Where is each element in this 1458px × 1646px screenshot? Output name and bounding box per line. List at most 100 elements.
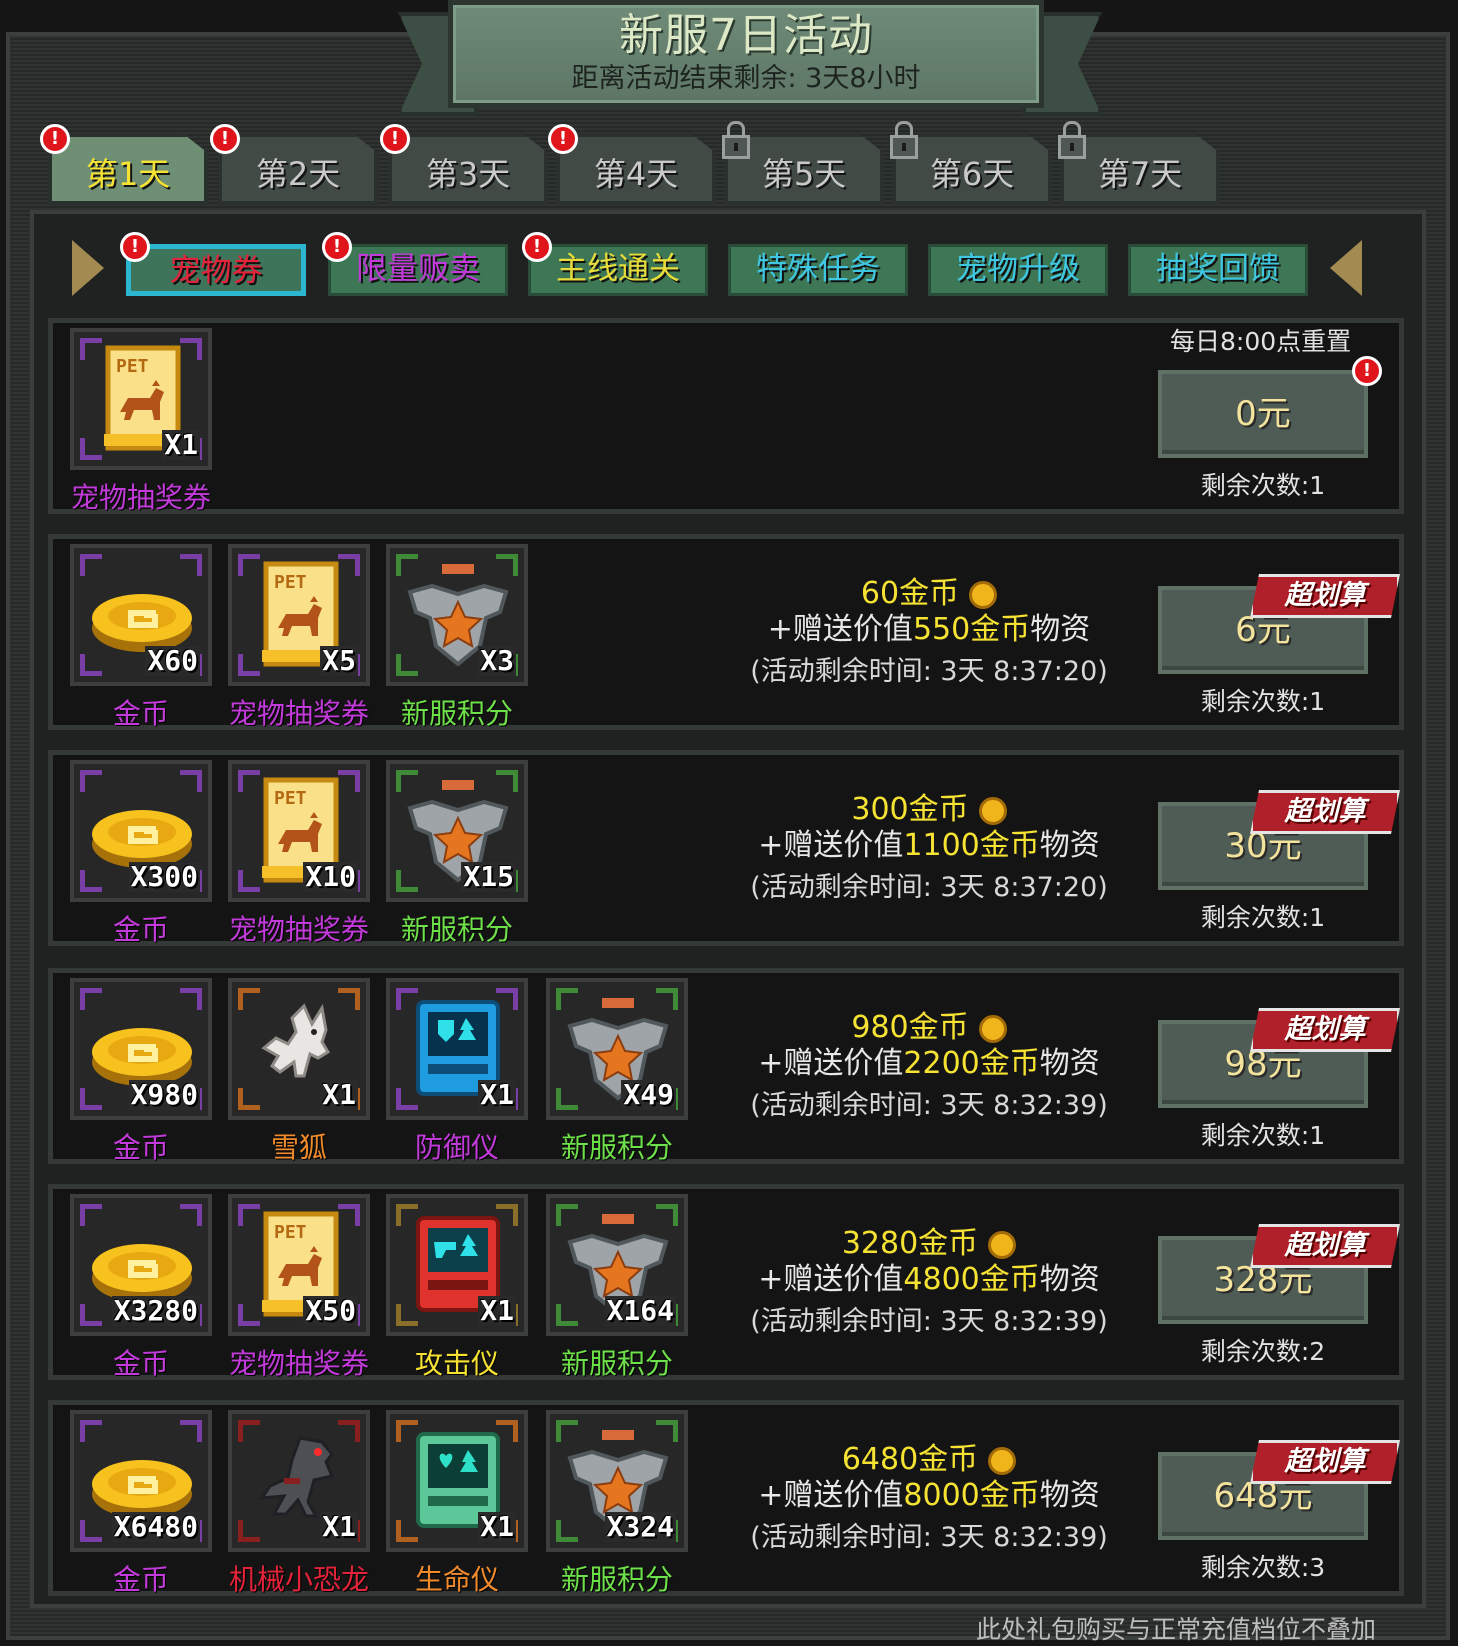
category-tab-1[interactable]: 宠物券 [126,244,306,296]
alert-badge-icon: ! [380,124,410,154]
reward-item-box: PET X5 [228,544,370,686]
reward-name: 新服积分 [400,697,513,730]
reward-item-box: X1 [386,1194,528,1336]
remaining-count: 剩余次数:1 [1200,903,1326,932]
reward-count: X1 [478,1510,516,1543]
reward-item[interactable]: X1 雪狐 [228,978,370,1166]
bonus-prefix: +赠送价值 [767,612,913,647]
tab-day-1[interactable]: 第1天 [48,133,208,205]
buy-button[interactable]: 0元 [1158,370,1368,458]
reward-item[interactable]: X1 防御仪 [386,978,528,1166]
category-tab-label: 特殊任务 [756,251,880,287]
reward-item[interactable]: X324 新服积分 [546,1410,688,1598]
reward-item-box: X980 [70,978,212,1120]
reward-count: X1 [478,1294,516,1327]
reward-item-box: X49 [546,978,688,1120]
tab-day-3[interactable]: 第3天 [388,133,548,205]
remaining-count: 剩余次数:2 [1200,1337,1326,1366]
category-tab-label: 主线通关 [556,251,680,287]
coin-amount-text: 6480金币 [841,1442,979,1477]
reward-name: 宠物抽奖券 [228,913,369,946]
reward-item[interactable]: X164 新服积分 [546,1194,688,1382]
svg-text:PET: PET [274,1222,307,1243]
reward-item-box: X1 [228,1410,370,1552]
arrow-right-icon[interactable] [1330,240,1362,296]
reward-item[interactable]: X300 金币 [70,760,212,948]
category-tab-5[interactable]: 宠物升级 [928,244,1108,296]
pack-description: 3280金币 +赠送价值4800金币物资 (活动剩余时间: 3天 8:32:39) [714,1226,1144,1346]
bonus-suffix: 物资 [1039,828,1100,863]
gold-coin-icon [988,1446,1017,1475]
alert-badge-icon: ! [210,124,240,154]
coin-amount-text: 60金币 [860,576,960,611]
reward-name: 金币 [112,1563,169,1596]
gold-coin-icon [969,580,998,609]
svg-text:PET: PET [116,356,149,377]
pack-description: 6480金币 +赠送价值8000金币物资 (活动剩余时间: 3天 8:32:39) [714,1442,1144,1562]
countdown-text: 距离活动结束剩余: 3天8小时 [571,63,921,94]
reward-item[interactable]: X60 金币 [70,544,212,732]
reward-name: 新服积分 [560,1347,673,1380]
reward-name: 新服积分 [400,913,513,946]
deal-ribbon: 超划算 [1250,1008,1400,1052]
reward-item[interactable]: X1 机械小恐龙 [228,1410,370,1598]
lock-icon [722,121,750,159]
coin-amount-text: 980金币 [851,1010,969,1045]
bonus-text: +赠送价值550金币物资 [714,612,1144,648]
alert-badge-icon: ! [548,124,578,154]
reward-count: X164 [604,1294,676,1327]
bonus-suffix: 物资 [1039,1046,1100,1081]
bonus-text: +赠送价值8000金币物资 [714,1478,1144,1514]
reward-item[interactable]: X1 攻击仪 [386,1194,528,1382]
bonus-prefix: +赠送价值 [758,1046,904,1081]
category-tab-2[interactable]: 限量贩卖 [328,244,508,296]
alert-badge-icon: ! [1352,356,1382,386]
coin-amount: 3280金币 [714,1226,1144,1262]
title-banner: 新服7日活动 距离活动结束剩余: 3天8小时 [448,0,1044,108]
remaining-count: 剩余次数:1 [1200,687,1326,716]
reward-count: X15 [461,860,516,893]
coin-amount: 6480金币 [714,1442,1144,1478]
deal-ribbon-label: 超划算 [1284,580,1366,611]
arrow-left-icon[interactable] [72,240,104,296]
reward-item-box: X6480 [70,1410,212,1552]
reward-item[interactable]: X3280 金币 [70,1194,212,1382]
category-tab-4[interactable]: 特殊任务 [728,244,908,296]
reward-item[interactable]: PET X1 宠物抽奖券 [70,328,212,516]
reward-item[interactable]: PET X5 宠物抽奖券 [228,544,370,732]
reward-item[interactable]: PET X10 宠物抽奖券 [228,760,370,948]
reward-item[interactable]: X6480 金币 [70,1410,212,1598]
bonus-suffix: 物资 [1039,1478,1100,1513]
reward-name: 生命仪 [414,1563,499,1596]
reward-item[interactable]: X1 生命仪 [386,1410,528,1598]
reward-item[interactable]: PET X50 宠物抽奖券 [228,1194,370,1382]
page-title: 新服7日活动 [619,10,873,61]
gold-coin-icon [978,1014,1007,1043]
tab-day-4[interactable]: 第4天 [556,133,716,205]
reward-item[interactable]: X980 金币 [70,978,212,1166]
pack-timer: (活动剩余时间: 3天 8:32:39) [750,1306,1108,1337]
coin-amount: 980金币 [714,1010,1144,1046]
coin-amount: 300金币 [714,792,1144,828]
reward-item-box: X1 [386,978,528,1120]
category-tab-3[interactable]: 主线通关 [528,244,708,296]
alert-badge-icon: ! [522,232,552,262]
bonus-value: 4800金币 [903,1262,1040,1297]
bonus-text: +赠送价值2200金币物资 [714,1046,1144,1082]
reward-count: X1 [478,1078,516,1111]
reward-name: 机械小恐龙 [228,1563,369,1596]
category-tab-6[interactable]: 抽奖回馈 [1128,244,1308,296]
reward-item[interactable]: X15 新服积分 [386,760,528,948]
svg-text:PET: PET [274,572,307,593]
reward-item[interactable]: X49 新服积分 [546,978,688,1166]
reward-count: X6480 [111,1510,200,1543]
bonus-suffix: 物资 [1039,1262,1100,1297]
reward-count: X10 [303,860,358,893]
deal-ribbon-label: 超划算 [1284,1014,1366,1045]
day-tab-label: 第4天 [593,155,679,193]
reward-item[interactable]: X3 新服积分 [386,544,528,732]
tab-day-2[interactable]: 第2天 [218,133,378,205]
bonus-prefix: +赠送价值 [758,1262,904,1297]
day-tab-label: 第7天 [1097,155,1183,193]
alert-badge-icon: ! [120,232,150,262]
